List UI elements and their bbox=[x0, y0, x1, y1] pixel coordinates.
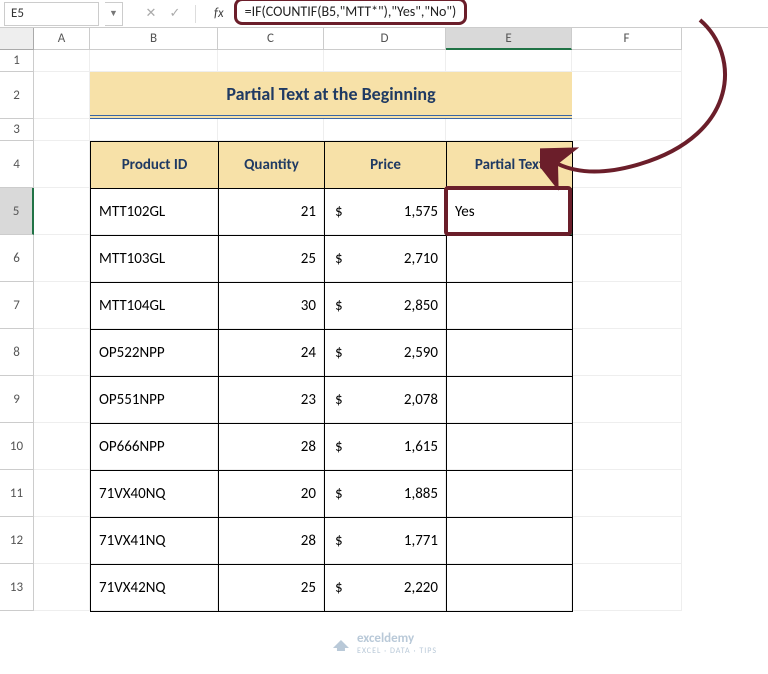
cell-price[interactable]: $1,771 bbox=[325, 518, 447, 565]
header-price: Price bbox=[325, 142, 447, 189]
cell-price[interactable]: $1,885 bbox=[325, 471, 447, 518]
col-header[interactable]: F bbox=[572, 28, 682, 50]
row-header[interactable]: 12 bbox=[0, 517, 34, 564]
cell-price[interactable]: $1,575 bbox=[325, 189, 447, 236]
cell-product-id[interactable]: 71VX42NQ bbox=[91, 565, 219, 612]
cell-product-id[interactable]: OP551NPP bbox=[91, 377, 219, 424]
table-row[interactable]: MTT102GL 21 $1,575 Yes bbox=[91, 189, 573, 236]
cell-product-id[interactable]: 71VX41NQ bbox=[91, 518, 219, 565]
watermark-brand: exceldemy bbox=[357, 631, 414, 646]
name-box-dropdown[interactable]: ▼ bbox=[105, 2, 123, 26]
cell-partial[interactable] bbox=[447, 283, 573, 330]
formula-text: =IF(COUNTIF(B5,"MTT*"),"Yes","No") bbox=[234, 0, 468, 25]
formula-bar: E5 ▼ ✕ ✓ fx =IF(COUNTIF(B5,"MTT*"),"Yes"… bbox=[0, 0, 768, 28]
watermark: exceldemy EXCEL · DATA · TIPS bbox=[331, 631, 437, 656]
table-row[interactable]: OP522NPP 24 $2,590 bbox=[91, 330, 573, 377]
cell-quantity[interactable]: 23 bbox=[219, 377, 325, 424]
cell-product-id[interactable]: 71VX40NQ bbox=[91, 471, 219, 518]
header-quantity: Quantity bbox=[219, 142, 325, 189]
cell-price[interactable]: $2,850 bbox=[325, 283, 447, 330]
row-header[interactable]: 10 bbox=[0, 423, 34, 470]
table-row[interactable]: 71VX40NQ 20 $1,885 bbox=[91, 471, 573, 518]
cell-partial[interactable] bbox=[447, 471, 573, 518]
fx-icon[interactable]: fx bbox=[214, 6, 224, 21]
row-header[interactable]: 5 bbox=[0, 188, 34, 235]
row-header[interactable]: 3 bbox=[0, 119, 34, 141]
cell-partial[interactable] bbox=[447, 377, 573, 424]
cell-partial[interactable] bbox=[447, 236, 573, 283]
col-header[interactable]: A bbox=[34, 28, 90, 50]
cell-price[interactable]: $2,590 bbox=[325, 330, 447, 377]
row-header[interactable]: 7 bbox=[0, 282, 34, 329]
cell-partial[interactable]: Yes bbox=[447, 189, 573, 236]
cell-partial[interactable] bbox=[447, 330, 573, 377]
cell-quantity[interactable]: 21 bbox=[219, 189, 325, 236]
select-all-corner[interactable] bbox=[0, 28, 34, 50]
table-row[interactable]: OP551NPP 23 $2,078 bbox=[91, 377, 573, 424]
header-partial-text: Partial Text bbox=[447, 142, 573, 189]
col-header[interactable]: B bbox=[90, 28, 218, 50]
row-header[interactable]: 1 bbox=[0, 50, 34, 72]
row-header[interactable]: 9 bbox=[0, 376, 34, 423]
name-box[interactable]: E5 bbox=[4, 2, 99, 26]
worksheet-grid: 1 2 3 4 5 6 7 8 9 10 11 12 13 A B C D E … bbox=[0, 28, 768, 674]
cell-product-id[interactable]: OP522NPP bbox=[91, 330, 219, 377]
formula-input[interactable]: =IF(COUNTIF(B5,"MTT*"),"Yes","No") bbox=[234, 2, 768, 26]
cell-price[interactable]: $2,710 bbox=[325, 236, 447, 283]
table-row[interactable]: 71VX41NQ 28 $1,771 bbox=[91, 518, 573, 565]
row-header[interactable]: 2 bbox=[0, 72, 34, 119]
row-header[interactable]: 11 bbox=[0, 470, 34, 517]
cell-price[interactable]: $1,615 bbox=[325, 424, 447, 471]
row-header[interactable]: 6 bbox=[0, 235, 34, 282]
cell-partial[interactable] bbox=[447, 565, 573, 612]
table-row[interactable]: OP666NPP 28 $1,615 bbox=[91, 424, 573, 471]
table-row[interactable]: MTT104GL 30 $2,850 bbox=[91, 283, 573, 330]
col-header[interactable]: E bbox=[446, 28, 572, 50]
table-row[interactable]: 71VX42NQ 25 $2,220 bbox=[91, 565, 573, 612]
cell-quantity[interactable]: 28 bbox=[219, 424, 325, 471]
cell-product-id[interactable]: MTT103GL bbox=[91, 236, 219, 283]
data-table: Product ID Quantity Price Partial Text M… bbox=[90, 141, 573, 612]
cell-quantity[interactable]: 25 bbox=[219, 236, 325, 283]
cell-price[interactable]: $2,220 bbox=[325, 565, 447, 612]
cell-quantity[interactable]: 30 bbox=[219, 283, 325, 330]
header-product-id: Product ID bbox=[91, 142, 219, 189]
col-header[interactable]: D bbox=[324, 28, 446, 50]
confirm-icon[interactable]: ✓ bbox=[167, 6, 183, 21]
cell-quantity[interactable]: 24 bbox=[219, 330, 325, 377]
cell-price[interactable]: $2,078 bbox=[325, 377, 447, 424]
row-header[interactable]: 8 bbox=[0, 329, 34, 376]
row-header[interactable]: 13 bbox=[0, 564, 34, 611]
table-header-row: Product ID Quantity Price Partial Text bbox=[91, 142, 573, 189]
cell-product-id[interactable]: MTT102GL bbox=[91, 189, 219, 236]
cell-quantity[interactable]: 20 bbox=[219, 471, 325, 518]
cancel-icon[interactable]: ✕ bbox=[143, 6, 159, 21]
table-title: Partial Text at the Beginning bbox=[90, 72, 572, 119]
cell-partial[interactable] bbox=[447, 424, 573, 471]
col-header[interactable]: C bbox=[218, 28, 324, 50]
cell-product-id[interactable]: MTT104GL bbox=[91, 283, 219, 330]
watermark-tag: EXCEL · DATA · TIPS bbox=[357, 646, 437, 656]
row-header[interactable]: 4 bbox=[0, 141, 34, 188]
cell-partial[interactable] bbox=[447, 518, 573, 565]
cell-product-id[interactable]: OP666NPP bbox=[91, 424, 219, 471]
table-row[interactable]: MTT103GL 25 $2,710 bbox=[91, 236, 573, 283]
cell-quantity[interactable]: 25 bbox=[219, 565, 325, 612]
cell-quantity[interactable]: 28 bbox=[219, 518, 325, 565]
watermark-logo-icon bbox=[331, 634, 351, 654]
separator bbox=[195, 5, 196, 23]
